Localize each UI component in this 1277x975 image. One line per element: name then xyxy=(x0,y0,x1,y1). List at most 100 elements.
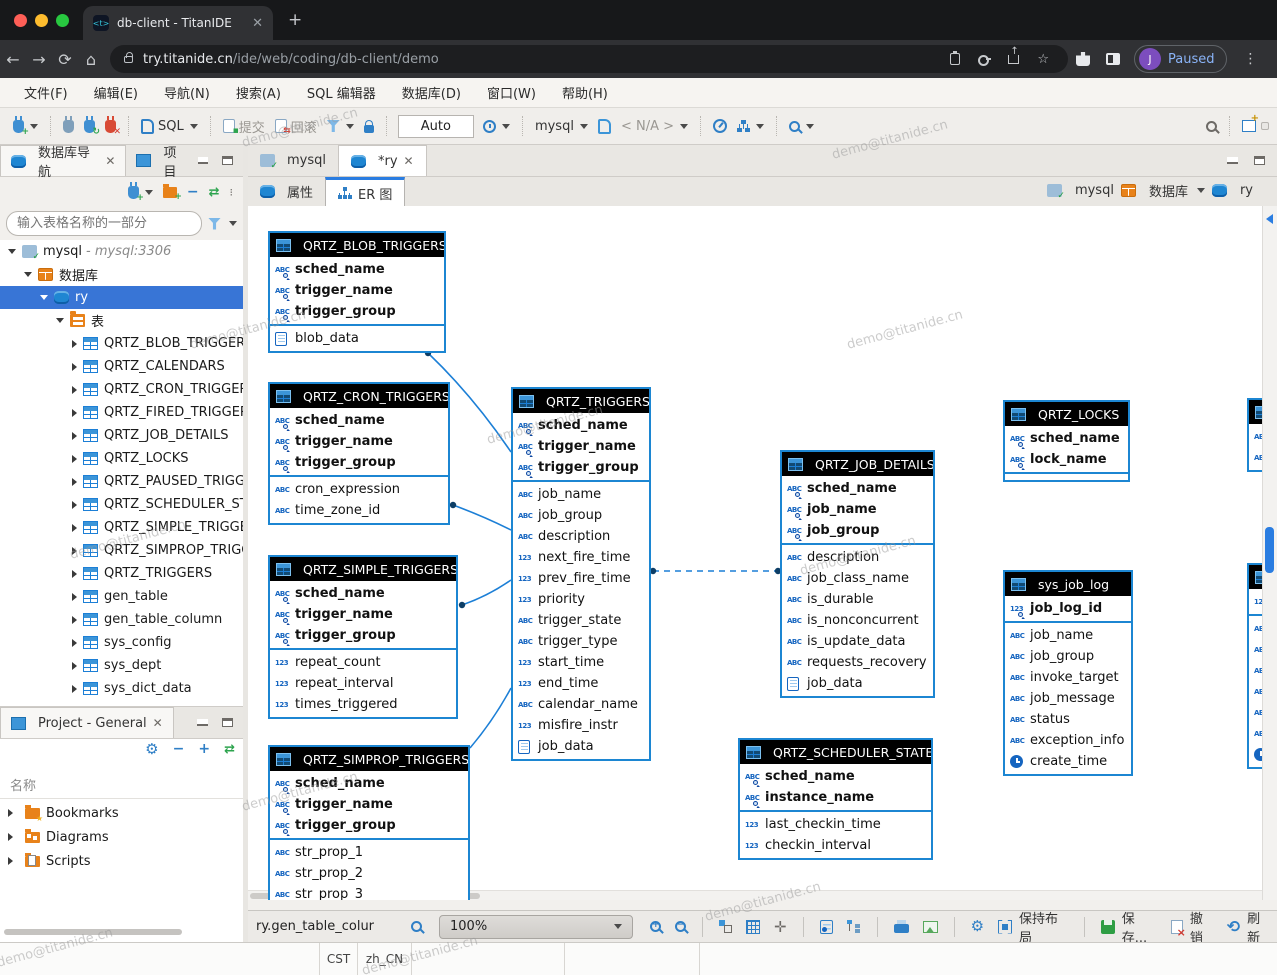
tree-item[interactable]: QRTZ_BLOB_TRIGGERS xyxy=(0,332,243,355)
reconnect-button[interactable]: ↻ xyxy=(79,113,100,139)
er-column-row[interactable]: blob_data xyxy=(270,328,444,349)
tree-expand-arrow[interactable] xyxy=(8,249,16,254)
er-column-row[interactable]: ABCis_update_data xyxy=(782,631,933,652)
tab-close-icon[interactable]: ✕ xyxy=(252,16,263,31)
print-icon[interactable] xyxy=(894,920,909,933)
er-column-row[interactable]: ABCjob_name xyxy=(782,499,933,520)
er-canvas[interactable]: QRTZ_BLOB_TRIGGERS ABCsched_name ABCtrigge… xyxy=(248,206,1262,900)
zoom-level-select[interactable]: 100% xyxy=(439,915,633,939)
filter-funnel-icon[interactable] xyxy=(208,218,221,230)
theme-button[interactable] xyxy=(1261,122,1269,130)
menu-item-4[interactable]: SQL 编辑器 xyxy=(295,80,388,105)
minimize-view-icon[interactable] xyxy=(1227,157,1238,164)
er-column-row[interactable]: ABCcalendar_name xyxy=(513,694,649,715)
er-column-row[interactable]: ABCstr_prop_3 xyxy=(270,884,468,900)
search-button[interactable] xyxy=(784,113,819,139)
tree-expand-arrow[interactable] xyxy=(8,833,13,841)
chevron-down-icon[interactable] xyxy=(756,124,764,129)
chevron-down-icon[interactable] xyxy=(190,124,198,129)
er-column-row[interactable]: job_data xyxy=(513,736,649,757)
er-column-row[interactable]: ABC xyxy=(1249,723,1262,744)
project-item[interactable]: Bookmarks xyxy=(0,801,243,825)
er-column-row[interactable]: ABCjob_group xyxy=(782,520,933,541)
er-table-header[interactable]: QRTZ_BLOB_TRIGGERS xyxy=(270,233,444,257)
tree-item[interactable]: QRTZ_CRON_TRIGGERS xyxy=(0,378,243,401)
back-icon[interactable]: ← xyxy=(0,50,26,69)
er-column-row[interactable]: 123misfire_instr xyxy=(513,715,649,736)
menu-item-1[interactable]: 编辑(E) xyxy=(82,80,150,105)
er-column-row[interactable]: 123checkin_interval xyxy=(740,835,931,856)
tree-item[interactable]: sys_dict_data xyxy=(0,677,243,700)
er-table[interactable]: QRTZ_TRIGGERSABCsched_nameABCtrigger_nam… xyxy=(511,387,651,761)
er-table[interactable]: QRTZ_SCHEDULER_STATEABCsched_nameABCinst… xyxy=(738,738,933,860)
tree-item[interactable]: QRTZ_CALENDARS xyxy=(0,355,243,378)
tree-item[interactable]: 数据库 xyxy=(0,263,243,286)
tab-database-navigator[interactable]: 数据库导航 ✕ xyxy=(0,145,126,176)
er-column-row[interactable]: ABCtrigger_group xyxy=(270,301,444,322)
tree-expand-arrow[interactable] xyxy=(24,272,32,277)
diagram-search-input[interactable] xyxy=(254,918,404,935)
dashboard-button[interactable] xyxy=(708,113,732,139)
er-column-row[interactable]: ABCtrigger_group xyxy=(270,625,456,646)
er-column-row[interactable]: ABC xyxy=(1249,447,1262,468)
name-column-header[interactable]: 名称 xyxy=(0,771,243,799)
er-column-row[interactable]: ABCis_nonconcurrent xyxy=(782,610,933,631)
tree-item[interactable]: mysql - mysql:3306 xyxy=(0,240,243,263)
database-doc-icon[interactable] xyxy=(593,113,616,139)
tree-expand-arrow[interactable] xyxy=(72,570,77,578)
canvas-vscrollbar[interactable] xyxy=(1262,206,1277,900)
close-icon[interactable]: ✕ xyxy=(105,154,115,168)
menu-item-6[interactable]: 窗口(W) xyxy=(475,80,548,105)
er-column-row[interactable]: ABCsched_name xyxy=(270,773,468,794)
tree-expand-arrow[interactable] xyxy=(72,662,77,670)
active-schema-select[interactable]: < N/A > xyxy=(616,113,693,139)
chevron-down-icon[interactable] xyxy=(806,124,814,129)
tab-projects[interactable]: 项目 xyxy=(126,145,197,176)
new-connection-button[interactable]: + xyxy=(8,113,43,139)
er-column-row[interactable]: job_data xyxy=(782,673,933,694)
subtab-er-diagram[interactable]: ER 图 xyxy=(325,177,405,206)
er-column-row[interactable]: ABCtrigger_type xyxy=(513,631,649,652)
tree-expand-arrow[interactable] xyxy=(72,340,77,348)
menu-item-2[interactable]: 导航(N) xyxy=(152,80,222,105)
maximize-view-icon[interactable] xyxy=(222,718,233,727)
tree-item[interactable]: sys_dept xyxy=(0,654,243,677)
global-search-button[interactable] xyxy=(1201,113,1222,139)
er-column-row[interactable]: ABC xyxy=(1249,681,1262,702)
browser-tab[interactable]: <t> db-client - TitanIDE ✕ xyxy=(83,6,273,40)
er-column-row[interactable]: ABClock_name xyxy=(1005,449,1128,470)
er-column-row[interactable]: ABCdescription xyxy=(782,547,933,568)
er-column-row[interactable]: ABCjob_group xyxy=(513,505,649,526)
new-tab-button[interactable]: + xyxy=(288,12,302,29)
er-column-row[interactable]: ABCtime_zone_id xyxy=(270,500,448,521)
er-table-header[interactable]: QRTZ_CRON_TRIGGERS xyxy=(270,384,448,408)
er-table-partial[interactable]: ABCABC xyxy=(1247,398,1262,472)
table-filter-input[interactable] xyxy=(6,211,202,236)
tree-item[interactable]: QRTZ_PAUSED_TRIGGER_GRPS xyxy=(0,470,243,493)
er-column-row[interactable]: ABCstr_prop_1 xyxy=(270,842,468,863)
address-bar[interactable]: try.titanide.cn/ide/web/coding/db-client… xyxy=(110,45,1068,73)
er-column-row[interactable]: ABCjob_class_name xyxy=(782,568,933,589)
active-connection-select[interactable]: mysql xyxy=(530,113,593,139)
transaction-filter-button[interactable] xyxy=(322,113,359,139)
link-editor-icon[interactable]: ⇄ xyxy=(224,742,235,757)
er-column-row[interactable]: ABCtrigger_name xyxy=(270,604,456,625)
er-column-row[interactable]: create_time xyxy=(1005,751,1131,772)
er-column-row[interactable]: ABCsched_name xyxy=(740,766,931,787)
tree-expand-arrow[interactable] xyxy=(72,478,77,486)
er-column-row[interactable]: ABC xyxy=(1249,702,1262,723)
more-options-icon[interactable]: ⁝ xyxy=(230,186,234,199)
tree-item[interactable]: gen_table_column xyxy=(0,608,243,631)
er-column-row[interactable]: ABCexception_info xyxy=(1005,730,1131,751)
zoom-in-icon[interactable]: + xyxy=(650,921,661,932)
er-column-row[interactable]: ABCis_durable xyxy=(782,589,933,610)
tree-expand-arrow[interactable] xyxy=(72,386,77,394)
tree-item[interactable]: QRTZ_SIMPLE_TRIGGERS xyxy=(0,516,243,539)
editor-tab-ry[interactable]: *ry ✕ xyxy=(338,145,427,176)
maximize-view-icon[interactable] xyxy=(1254,156,1265,165)
bookmark-star-icon[interactable]: ☆ xyxy=(1037,52,1049,67)
er-table[interactable]: QRTZ_BLOB_TRIGGERSABCsched_nameABCtrigge… xyxy=(268,231,446,353)
menu-item-7[interactable]: 帮助(H) xyxy=(550,80,620,105)
chevron-down-icon[interactable] xyxy=(229,221,237,226)
network-button[interactable] xyxy=(732,113,769,139)
